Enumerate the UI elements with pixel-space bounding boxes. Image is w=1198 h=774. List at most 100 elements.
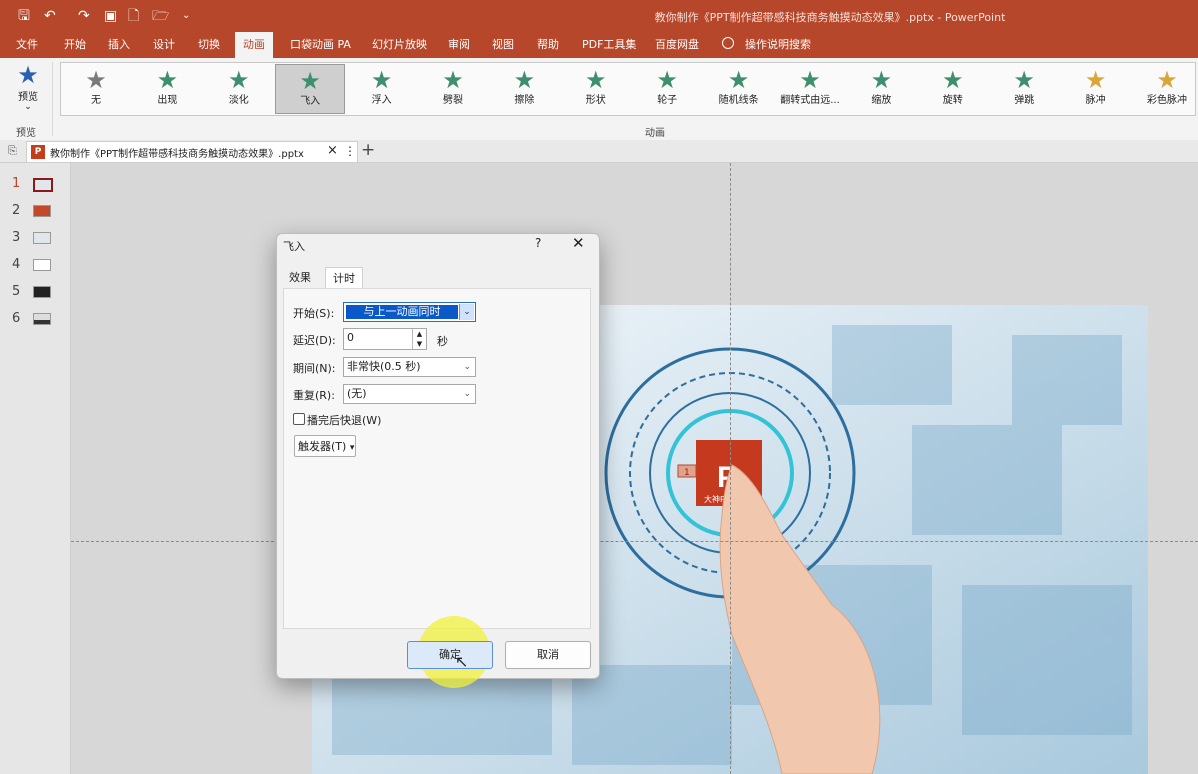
cancel-button[interactable]: 取消 [505, 641, 591, 669]
duration-value: 非常快(0.5 秒) [347, 360, 421, 373]
slide-number: 1 [12, 176, 21, 191]
tell-me-search[interactable]: 操作说明搜索 [745, 32, 811, 58]
animation-item[interactable]: ★ 出现 [132, 64, 202, 114]
present-from-start-icon[interactable]: ▣ [104, 8, 117, 24]
tab-pocket-animation[interactable]: 口袋动画 PA [290, 32, 351, 58]
duration-label: 期间(N): [293, 362, 336, 375]
repeat-value: (无) [347, 387, 367, 400]
close-icon[interactable]: ✕ [572, 234, 585, 252]
animation-item-label: 翻转式由远... [780, 95, 840, 106]
tab-timing[interactable]: 计时 [325, 267, 363, 290]
tab-animations[interactable]: 动画 [235, 32, 273, 58]
tab-view[interactable]: 视图 [492, 32, 514, 58]
animation-item[interactable]: ★ 缩放 [846, 64, 916, 114]
slide-thumbnail-pane [0, 163, 71, 774]
tab-effect[interactable]: 效果 [282, 267, 318, 289]
undo-icon[interactable]: ↶ [44, 8, 56, 24]
new-tab-icon[interactable]: + [361, 140, 375, 160]
trigger-button[interactable]: 触发器(T) ▾ [294, 435, 356, 457]
star-icon: ★ [942, 66, 964, 94]
duration-select[interactable]: 非常快(0.5 秒) ⌄ [343, 357, 476, 377]
repeat-select[interactable]: (无) ⌄ [343, 384, 476, 404]
tab-design[interactable]: 设计 [153, 32, 175, 58]
chevron-down-icon: ⌄ [24, 102, 32, 112]
delay-input[interactable]: 0 ▲ ▼ [343, 328, 427, 350]
tab-menu-icon[interactable]: ⋮ [344, 144, 356, 158]
rewind-label[interactable]: 播完后快退(W) [307, 412, 381, 428]
animation-item[interactable]: ★ 擦除 [489, 64, 559, 114]
tab-baidu-netdisk[interactable]: 百度网盘 [655, 32, 699, 58]
animation-item-label: 浮入 [371, 95, 392, 106]
rewind-checkbox[interactable] [293, 413, 305, 425]
animation-item-label: 彩色脉冲 [1147, 95, 1187, 106]
delay-unit: 秒 [437, 335, 448, 348]
document-tab[interactable]: P 教你制作《PPT制作超带感科技商务触摸动态效果》.pptx × ⋮ [26, 141, 358, 162]
lightbulb-icon [722, 37, 734, 49]
animation-item[interactable]: ★ 轮子 [632, 64, 702, 114]
help-icon[interactable]: ? [535, 236, 541, 250]
animation-item[interactable]: ★ 形状 [561, 64, 631, 114]
preview-button[interactable]: ★ 预览 ⌄ [8, 62, 48, 118]
repeat-label: 重复(R): [293, 389, 335, 402]
slide-thumbnail[interactable] [33, 205, 51, 217]
star-icon: ★ [370, 66, 393, 94]
preview-button-label: 预览 [18, 92, 38, 103]
slide-thumbnail[interactable] [33, 259, 51, 271]
slide-thumbnail[interactable] [33, 313, 51, 325]
close-tab-icon[interactable]: × [327, 143, 338, 158]
tab-switcher-icon[interactable]: ⎘ [8, 144, 17, 158]
customize-qat-icon[interactable]: ⌄ [182, 8, 190, 24]
animation-item[interactable]: ★ 劈裂 [418, 64, 488, 114]
animation-order-marker: 1 [684, 468, 690, 478]
vertical-guide [730, 163, 731, 774]
star-icon: ★ [442, 66, 464, 94]
tab-help[interactable]: 帮助 [537, 32, 559, 58]
animation-item[interactable]: ★ 随机线条 [704, 64, 774, 114]
animation-item[interactable]: ★ 飞入 [275, 64, 346, 114]
tab-review[interactable]: 审阅 [448, 32, 470, 58]
ok-button[interactable]: 确定 [407, 641, 493, 669]
tab-home[interactable]: 开始 [64, 32, 86, 58]
start-label: 开始(S): [293, 307, 335, 320]
tab-slideshow[interactable]: 幻灯片放映 [372, 32, 427, 58]
powerpoint-file-icon: P [31, 145, 45, 159]
animation-item-label: 飞入 [300, 96, 321, 107]
star-icon: ★ [85, 66, 107, 94]
slide-thumbnail[interactable] [33, 178, 53, 192]
start-select[interactable]: 与上一动画同时 ⌄ [343, 302, 476, 322]
tab-pdf-tools[interactable]: PDF工具集 [582, 32, 636, 58]
window-title: 教你制作《PPT制作超带感科技商务触摸动态效果》.pptx - PowerPoi… [654, 11, 1006, 24]
animation-item[interactable]: ★ 脉冲 [1061, 64, 1131, 114]
slide-thumbnail[interactable] [33, 232, 51, 244]
slide-number: 6 [12, 311, 21, 326]
delay-spinner[interactable]: ▲ ▼ [412, 329, 426, 349]
tab-transitions[interactable]: 切换 [198, 32, 220, 58]
chevron-down-icon: ⌄ [459, 304, 474, 320]
animation-item-label: 形状 [585, 95, 606, 106]
document-tab-label: 教你制作《PPT制作超带感科技商务触摸动态效果》.pptx [50, 149, 304, 160]
animation-item[interactable]: ★ 弹跳 [989, 64, 1059, 114]
animation-item[interactable]: ★ 翻转式由远... [775, 64, 845, 114]
star-icon: ★ [585, 66, 607, 94]
chevron-down-icon: ▾ [349, 443, 355, 453]
animation-item-label: 出现 [157, 95, 178, 106]
animation-item[interactable]: ★ 旋转 [918, 64, 988, 114]
save-icon[interactable]: 🖫 [18, 8, 30, 24]
animation-item-label: 随机线条 [718, 95, 759, 106]
animation-item-label: 缩放 [871, 95, 892, 106]
star-icon: ★ [1156, 66, 1178, 94]
tab-file[interactable]: 文件 [16, 32, 38, 58]
dialog-title: 飞入 [283, 240, 305, 253]
animation-item[interactable]: ★ 浮入 [347, 64, 417, 114]
slide-thumbnail[interactable] [33, 286, 51, 298]
animation-item[interactable]: ★ 无 [61, 64, 131, 114]
animation-item[interactable]: ★ 彩色脉冲 [1132, 64, 1198, 114]
animation-item[interactable]: ★ 淡化 [204, 64, 274, 114]
open-folder-icon[interactable]: 🗁 [152, 8, 169, 24]
delay-label: 延迟(D): [293, 334, 336, 347]
redo-icon[interactable]: ↷ [78, 8, 90, 24]
animation-item-label: 无 [91, 95, 101, 106]
new-file-icon[interactable]: 🗋 [128, 8, 139, 24]
star-icon: ★ [1084, 66, 1107, 94]
tab-insert[interactable]: 插入 [108, 32, 130, 58]
